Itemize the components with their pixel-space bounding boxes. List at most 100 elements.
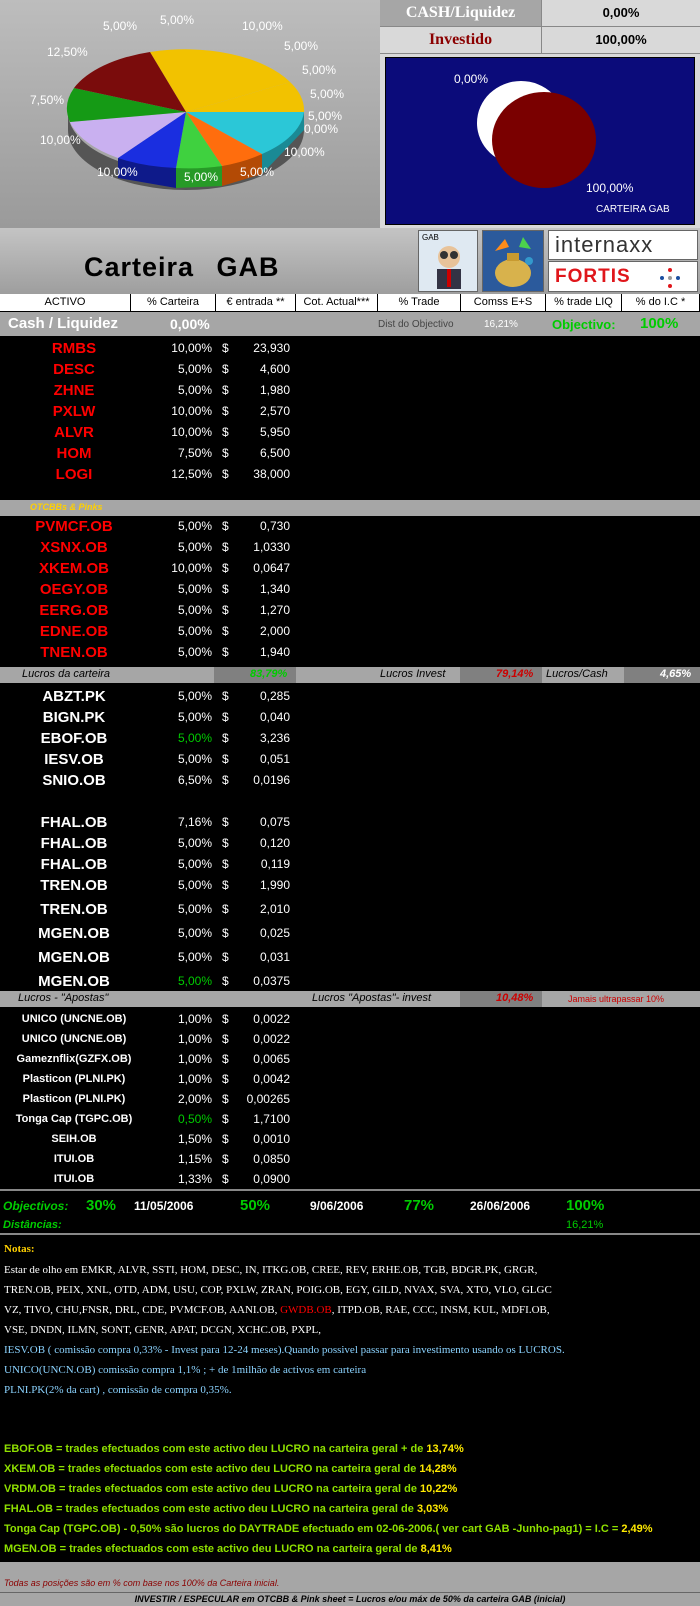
col-cot-actual: Cot. Actual*** [296, 294, 378, 312]
pie-label: 5,00% [302, 63, 336, 77]
apostas-invest-label: Lucros "Apostas"- invest [312, 992, 432, 1004]
currency: $ [222, 1092, 229, 1106]
pct: 5,00% [177, 582, 212, 596]
ticker: HOM [56, 445, 92, 462]
trade-note: MGEN.OB = trades efectuados com este act… [4, 1543, 452, 1555]
table-row: UNICO (UNCNE.OB) 1,00% $0,0022 [0, 1009, 300, 1029]
objective-2: 50% [240, 1197, 271, 1214]
pct: 5,00% [177, 857, 212, 871]
objective-label: Objectivo: [552, 317, 616, 332]
table-row: FHAL.OB 7,16% $0,075 [0, 812, 300, 833]
table-row: MGEN.OB 5,00% $0,025 [0, 923, 300, 944]
table-row: DESC 5,00% $4,600 [0, 359, 300, 380]
entry: 1,0330 [253, 540, 290, 554]
entry: 0,0065 [253, 1052, 290, 1066]
portfolio-pie-chart: 5,00% 5,00% 10,00% 5,00% 5,00% 5,00% 5,0… [30, 13, 344, 190]
ticker: XSNX.OB [40, 539, 108, 556]
table-row: EBOF.OB 5,00% $3,236 [0, 728, 300, 749]
notes-highlight: GWDB.OB [280, 1304, 332, 1316]
entry: 0,025 [259, 926, 290, 940]
lucros-cash-value: 4,65% [660, 668, 692, 680]
objective-1: 30% [86, 1197, 117, 1214]
apostas-section-bar: Lucros - "Apostas" Lucros "Apostas"- inv… [0, 991, 700, 1007]
pct: 10,00% [171, 404, 212, 418]
mini-label-cash: 0,00% [454, 72, 488, 86]
fortis-dots-icon [660, 268, 680, 288]
currency: $ [222, 404, 229, 418]
currency: $ [222, 624, 229, 638]
cash-kpi-value: 0,00% [602, 5, 640, 20]
table-row: LOGI 12,50% $38,000 [0, 464, 300, 485]
trade-note: FHAL.OB = trades efectuados com este act… [4, 1503, 448, 1515]
entry: 0,0022 [253, 1012, 290, 1026]
allocation-mini-chart: 0,00% 100,00% CARTEIRA GAB [385, 57, 695, 225]
entry: 0,075 [259, 815, 290, 829]
pct: 5,00% [177, 383, 212, 397]
pct: 2,00% [177, 1092, 212, 1106]
entry: 1,7100 [253, 1112, 290, 1126]
currency: $ [222, 752, 229, 766]
table-row: IESV.OB 5,00% $0,051 [0, 749, 300, 770]
pie-label: 10,00% [284, 145, 325, 159]
currency: $ [222, 603, 229, 617]
ticker: FHAL.OB [40, 835, 108, 852]
footer-bottom: INVESTIR / ESPECULAR em OTCBB & Pink she… [0, 1592, 700, 1606]
ticker: SNIO.OB [42, 772, 106, 789]
ticker: ABZT.PK [42, 688, 106, 705]
ticker: FHAL.OB [40, 814, 108, 831]
entry: 2,570 [259, 404, 290, 418]
col-activo: ACTIVO [0, 294, 131, 312]
table-row: SNIO.OB 6,50% $0,0196 [0, 770, 300, 791]
trade-text: Tonga Cap (TGPC.OB) - 0,50% são lucros d… [4, 1523, 622, 1535]
pct: 5,00% [177, 624, 212, 638]
pct: 7,50% [177, 446, 212, 460]
cash-row-value: 0,00% [170, 316, 210, 332]
trade-note: XKEM.OB = trades efectuados com este act… [4, 1463, 457, 1475]
currency: $ [222, 341, 229, 355]
entry: 0,730 [259, 519, 290, 533]
notes-segment: , ITPD.OB, RAE, CCC, INSM, KUL, MDFI.OB, [331, 1304, 550, 1316]
pie-label: 5,00% [184, 170, 218, 184]
col-trade: % Trade [378, 294, 461, 312]
trade-value: 14,28% [419, 1463, 457, 1475]
ticker: BIGN.PK [42, 709, 106, 726]
entry: 0,0375 [253, 974, 290, 988]
entry: 38,000 [253, 467, 290, 481]
notes-line: TREN.OB, PEIX, XNL, OTD, ADM, USU, COP, … [4, 1284, 552, 1296]
currency: $ [222, 974, 229, 988]
currency: $ [222, 950, 229, 964]
col-entrada: € entrada ** [216, 294, 296, 312]
pct: 7,16% [177, 815, 212, 829]
otc-section-bar: OTCBBs & Pinks [0, 500, 700, 516]
kpi-panel: CASH/Liquidez 0,00% Investido 100,00% [380, 0, 700, 54]
ticker: UNICO (UNCNE.OB) [21, 1033, 127, 1045]
table-row: MGEN.OB 5,00% $0,0375 [0, 971, 300, 992]
ticker: MGEN.OB [38, 949, 110, 966]
table-row: TREN.OB 5,00% $1,990 [0, 875, 300, 896]
pct: 5,00% [177, 519, 212, 533]
table-row: PVMCF.OB 5,00% $0,730 [0, 516, 300, 537]
trade-value: 3,03% [416, 1503, 449, 1515]
entry: 2,010 [259, 902, 290, 916]
pct: 10,00% [171, 425, 212, 439]
ticker: XKEM.OB [38, 560, 109, 577]
notes-line: VZ, TIVO, CHU,FNSR, DRL, CDE, PVMCF.OB, … [4, 1300, 550, 1320]
trade-text: FHAL.OB = trades efectuados com este act… [4, 1503, 417, 1515]
table-row: ALVR 10,00% $5,950 [0, 422, 300, 443]
ticker: ITUI.OB [53, 1173, 95, 1185]
objective-4: 100% [566, 1197, 605, 1214]
currency: $ [222, 773, 229, 787]
pie-label: 5,00% [310, 87, 344, 101]
ticker: SEIH.OB [51, 1133, 97, 1145]
pct: 1,00% [177, 1052, 212, 1066]
currency: $ [222, 446, 229, 460]
currency: $ [222, 1072, 229, 1086]
trade-text: EBOF.OB = trades efectuados com este act… [4, 1443, 427, 1455]
lucros-label: Lucros da carteira [22, 668, 111, 680]
ticker: FHAL.OB [40, 856, 108, 873]
trade-value: 2,49% [621, 1523, 653, 1535]
table-row: ABZT.PK 5,00% $0,285 [0, 686, 300, 707]
notes-line: IESV.OB ( comissão compra 0,33% - Invest… [4, 1344, 565, 1356]
currency: $ [222, 815, 229, 829]
pct: 5,00% [177, 540, 212, 554]
